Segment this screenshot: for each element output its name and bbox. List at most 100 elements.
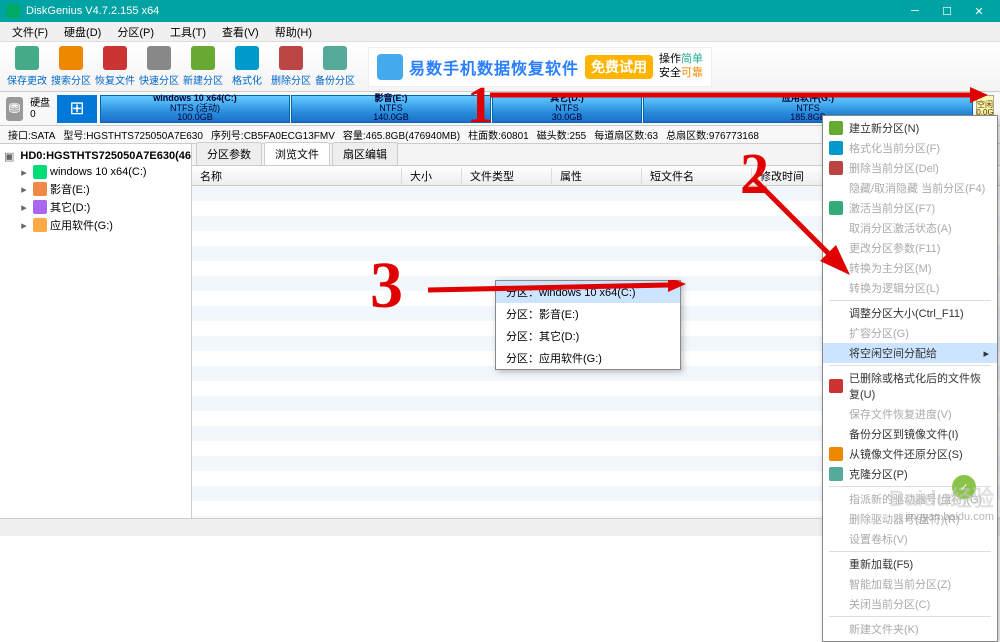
context-menu-item[interactable]: 重新加载(F5) — [823, 554, 997, 574]
partition-tree: ▣ HD0:HGSTHTS725050A7E630(466GB) ▸window… — [0, 144, 192, 518]
context-menu-item: 设置卷标(V) — [823, 529, 997, 549]
menu-item-icon — [829, 306, 843, 320]
menu-item[interactable]: 分区(P) — [109, 24, 162, 40]
submenu-item[interactable]: 分区：其它(D:) — [496, 325, 680, 347]
column-header[interactable]: 文件类型 — [462, 168, 552, 184]
context-menu-item: 关闭当前分区(C) — [823, 594, 997, 614]
menubar: 文件(F)硬盘(D)分区(P)工具(T)查看(V)帮助(H) — [0, 22, 1000, 42]
tree-node[interactable]: ▸其它(D:) — [18, 198, 187, 216]
toolbar-button[interactable]: 备份分区 — [314, 45, 356, 89]
toolbar-button[interactable]: 恢复文件 — [94, 45, 136, 89]
close-button[interactable]: ✕ — [964, 2, 994, 20]
tab[interactable]: 扇区编辑 — [332, 142, 398, 165]
menu-item[interactable]: 查看(V) — [214, 24, 267, 40]
menu-item[interactable]: 帮助(H) — [267, 24, 320, 40]
volume-icon — [33, 165, 47, 179]
tab[interactable]: 浏览文件 — [264, 142, 330, 165]
toolbar-icon — [147, 46, 171, 70]
menu-item-icon — [829, 141, 843, 155]
expand-icon[interactable]: ▸ — [18, 219, 30, 232]
menu-item-icon — [829, 532, 843, 546]
toolbar: 保存更改搜索分区恢复文件快速分区新建分区格式化删除分区备份分区 易数手机数据恢复… — [0, 42, 1000, 92]
tree-root[interactable]: ▣ HD0:HGSTHTS725050A7E630(466GB) — [4, 148, 187, 164]
menu-item-icon — [829, 121, 843, 135]
submenu-arrow-icon: ▸ — [983, 347, 989, 360]
tree-node[interactable]: ▸影音(E:) — [18, 180, 187, 198]
drive-icon[interactable]: ⛃ — [6, 97, 23, 121]
menu-item-icon — [829, 379, 843, 393]
partition-block[interactable]: windows 10 x64(C:)NTFS (活动)100.0GB — [100, 95, 290, 123]
menu-item-icon — [829, 241, 843, 255]
help-fab[interactable]: ✓ — [952, 475, 976, 499]
volume-icon — [33, 182, 47, 196]
toolbar-button[interactable]: 搜索分区 — [50, 45, 92, 89]
menu-item-icon — [829, 407, 843, 421]
volume-icon — [33, 218, 47, 232]
context-menu-item: 更改分区参数(F11) — [823, 238, 997, 258]
menu-item-icon — [829, 597, 843, 611]
column-header[interactable]: 名称 — [192, 168, 402, 184]
menu-item-icon — [829, 261, 843, 275]
submenu-item[interactable]: 分区：影音(E:) — [496, 303, 680, 325]
context-menu-item: 转换为逻辑分区(L) — [823, 278, 997, 298]
menu-item[interactable]: 文件(F) — [4, 24, 56, 40]
column-header[interactable]: 大小 — [402, 168, 462, 184]
context-menu: 建立新分区(N)格式化当前分区(F)删除当前分区(Del)隐藏/取消隐藏 当前分… — [822, 115, 998, 642]
tree-node[interactable]: ▸windows 10 x64(C:) — [18, 164, 187, 180]
toolbar-button[interactable]: 格式化 — [226, 45, 268, 89]
toolbar-button[interactable]: 删除分区 — [270, 45, 312, 89]
banner-main-text: 易数手机数据恢复软件 — [409, 55, 579, 79]
context-menu-item[interactable]: 将空闲空间分配给▸ — [823, 343, 997, 363]
tree-node[interactable]: ▸应用软件(G:) — [18, 216, 187, 234]
menu-item-icon — [829, 221, 843, 235]
menu-item-icon — [829, 492, 843, 506]
expand-icon[interactable]: ▸ — [18, 201, 30, 214]
toolbar-icon — [59, 46, 83, 70]
context-menu-item: 转换为主分区(M) — [823, 258, 997, 278]
context-menu-item[interactable]: 备份分区到镜像文件(I) — [823, 424, 997, 444]
submenu-item[interactable]: 分区：应用软件(G:) — [496, 347, 680, 369]
context-menu-item: 新建文件夹(K) — [823, 619, 997, 639]
context-menu-item: 扩容分区(G) — [823, 323, 997, 343]
toolbar-icon — [103, 46, 127, 70]
expand-icon[interactable]: ▸ — [18, 183, 30, 196]
banner-sub-text: 操作简单 安全可靠 — [659, 53, 703, 79]
ad-banner[interactable]: 易数手机数据恢复软件 免费试用 操作简单 安全可靠 — [368, 47, 712, 87]
titlebar: DiskGenius V4.7.2.155 x64 ─ ☐ ✕ — [0, 0, 1000, 22]
toolbar-button[interactable]: 新建分区 — [182, 45, 224, 89]
context-menu-item: 智能加载当前分区(Z) — [823, 574, 997, 594]
windows-icon: ⊞ — [57, 95, 97, 123]
column-header[interactable]: 属性 — [552, 168, 642, 184]
context-menu-item[interactable]: 从镜像文件还原分区(S) — [823, 444, 997, 464]
maximize-button[interactable]: ☐ — [932, 2, 962, 20]
menu-item-icon — [829, 281, 843, 295]
context-menu-item: 取消分区激活状态(A) — [823, 218, 997, 238]
submenu-item[interactable]: 分区：windows 10 x64(C:) — [496, 281, 680, 303]
banner-badge: 免费试用 — [585, 55, 653, 79]
toolbar-icon — [323, 46, 347, 70]
drive-label: 硬盘 0 — [30, 98, 50, 120]
context-menu-item[interactable]: 建立新分区(N) — [823, 118, 997, 138]
menu-item-icon — [829, 557, 843, 571]
context-menu-item: 隐藏/取消隐藏 当前分区(F4) — [823, 178, 997, 198]
expand-icon[interactable]: ▸ — [18, 166, 30, 179]
context-menu-item: 删除当前分区(Del) — [823, 158, 997, 178]
collapse-icon[interactable]: ▣ — [4, 150, 14, 163]
menu-item-icon — [829, 181, 843, 195]
menu-item-icon — [829, 427, 843, 441]
context-menu-item[interactable]: 调整分区大小(Ctrl_F11) — [823, 303, 997, 323]
partition-block[interactable]: 影音(E:)NTFS140.0GB — [291, 95, 491, 123]
menu-item-icon — [829, 346, 843, 360]
context-menu-item: 格式化当前分区(F) — [823, 138, 997, 158]
context-menu-item: 删除驱动器号(盘符)(R) — [823, 509, 997, 529]
menu-item[interactable]: 工具(T) — [162, 24, 214, 40]
menu-item[interactable]: 硬盘(D) — [56, 24, 109, 40]
context-menu-item[interactable]: 已删除或格式化后的文件恢复(U) — [823, 368, 997, 404]
minimize-button[interactable]: ─ — [900, 2, 930, 20]
toolbar-button[interactable]: 快速分区 — [138, 45, 180, 89]
menu-item-icon — [829, 161, 843, 175]
tab[interactable]: 分区参数 — [196, 142, 262, 165]
column-header[interactable]: 短文件名 — [642, 168, 752, 184]
partition-block[interactable]: 其它(D:)NTFS30.0GB — [492, 95, 642, 123]
toolbar-button[interactable]: 保存更改 — [6, 45, 48, 89]
